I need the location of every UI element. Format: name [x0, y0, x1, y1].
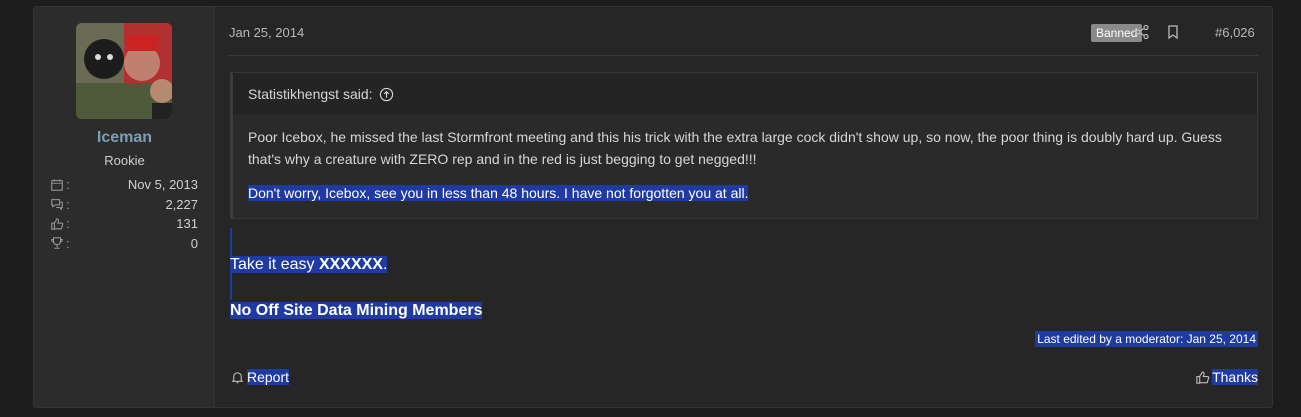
bell-icon	[231, 371, 244, 383]
thanks-label: Thanks	[1212, 369, 1258, 385]
quote-author: Statistikhengst said:	[248, 86, 373, 102]
quote-text-1: Poor Icebox, he missed the last Stormfro…	[248, 129, 1222, 167]
thanks-button[interactable]: Thanks	[1195, 369, 1258, 385]
stat-joined-value: Nov 5, 2013	[127, 177, 198, 193]
avatar-image	[76, 23, 172, 119]
arrow-up-circle-icon[interactable]	[379, 87, 394, 102]
body-bold: XXXXXX	[318, 256, 383, 273]
body-suffix: .	[382, 256, 388, 273]
avatar[interactable]	[76, 23, 172, 119]
stat-reactions: : 131	[50, 214, 198, 234]
post-body-line-2: No Off Site Data Mining Members	[230, 302, 483, 320]
stat-points-value: 0	[190, 235, 198, 251]
trophy-icon	[51, 237, 63, 250]
post-date[interactable]: Jan 25, 2014	[229, 25, 304, 40]
quote-header[interactable]: Statistikhengst said:	[233, 73, 1257, 115]
thumbs-up-icon	[1196, 370, 1210, 384]
post-number[interactable]: #6,026	[1215, 25, 1255, 40]
post-body-line-1: Take it easy XXXXXX.	[230, 256, 388, 274]
quote-block: Statistikhengst said: Poor Icebox, he mi…	[230, 72, 1258, 219]
stat-messages: : 2,227	[50, 195, 198, 215]
calendar-icon	[51, 179, 63, 191]
stat-points: : 0	[50, 234, 198, 254]
stat-messages-value: 2,227	[165, 196, 198, 212]
messages-icon	[51, 199, 63, 211]
post-container: Iceman Rookie : Nov 5, 2013 : 2,227 : 13…	[33, 6, 1273, 408]
report-button[interactable]: Report	[230, 369, 290, 385]
header-divider	[229, 55, 1258, 56]
user-stats: : Nov 5, 2013 : 2,227 : 131 : 0	[50, 175, 198, 253]
username[interactable]: Iceman	[34, 129, 215, 147]
like-icon	[51, 217, 64, 230]
stat-reactions-value: 131	[176, 216, 198, 232]
user-title: Rookie	[104, 153, 145, 168]
quote-text-2: Don't worry, Icebox, see you in less tha…	[248, 185, 749, 201]
last-edited: Last edited by a moderator: Jan 25, 2014	[1035, 331, 1258, 347]
bookmark-icon[interactable]	[1165, 24, 1181, 40]
body-prefix: Take it easy	[230, 256, 319, 273]
report-label: Report	[247, 369, 290, 385]
quote-body: Poor Icebox, he missed the last Stormfro…	[233, 115, 1257, 215]
user-sidebar: Iceman Rookie : Nov 5, 2013 : 2,227 : 13…	[34, 7, 215, 407]
share-icon[interactable]	[1134, 24, 1150, 40]
stat-joined: : Nov 5, 2013	[50, 175, 198, 195]
body-bold-line: No Off Site Data Mining Members	[230, 302, 483, 319]
post-main: Jan 25, 2014 Banned #6,026 Statistikheng…	[215, 7, 1272, 407]
